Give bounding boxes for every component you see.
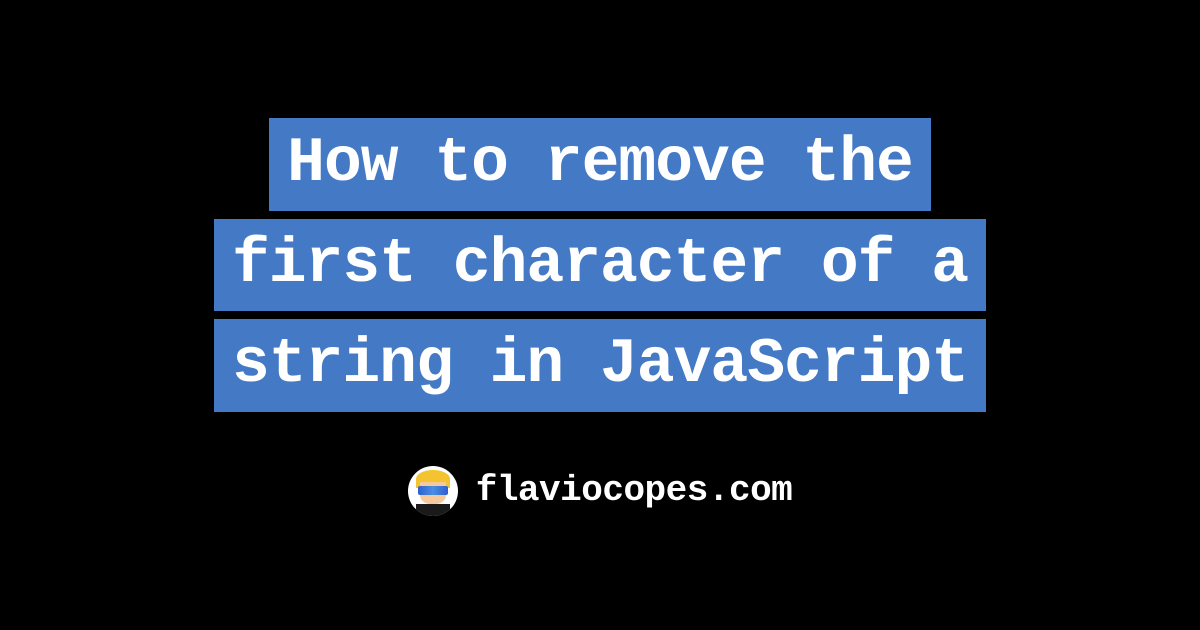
avatar-icon: [408, 466, 458, 516]
title-line-2: first character of a: [214, 219, 986, 311]
site-footer: flaviocopes.com: [408, 466, 793, 516]
title-line-1: How to remove the: [269, 118, 931, 210]
title-line-3: string in JavaScript: [214, 319, 986, 411]
site-name: flaviocopes.com: [476, 470, 793, 511]
article-title: How to remove the first character of a s…: [214, 114, 986, 415]
